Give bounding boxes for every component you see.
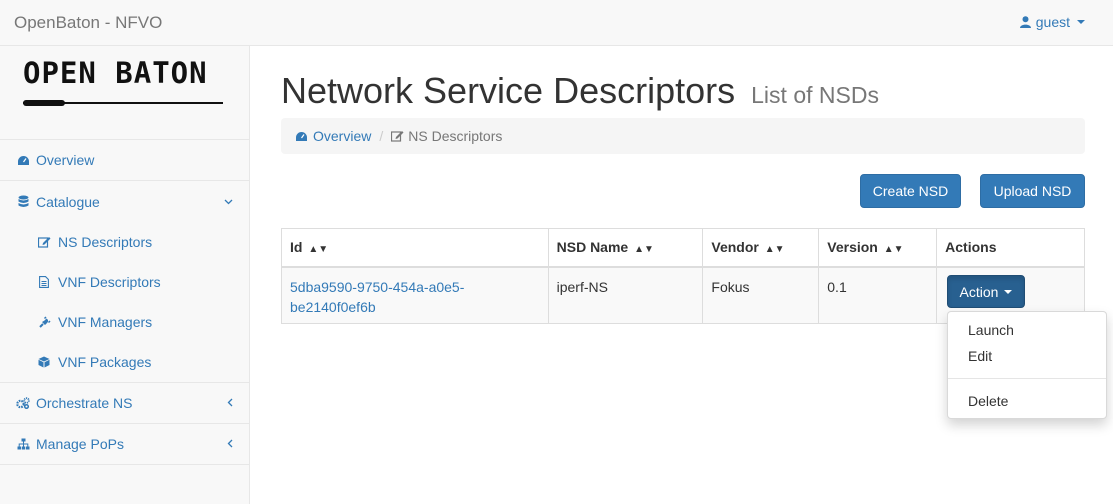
logo-text: OPEN BATON bbox=[23, 56, 208, 90]
breadcrumb-separator: / bbox=[379, 128, 384, 144]
sidebar-item-label: Orchestrate NS bbox=[36, 395, 133, 411]
caret-down-icon bbox=[1077, 20, 1085, 24]
catalogue-group: Catalogue NS Descriptors VNF Descriptors… bbox=[0, 181, 249, 383]
nsd-id-link[interactable]: 5dba9590-9750-454a-a0e5- be2140f0ef6b bbox=[290, 279, 464, 315]
dashboard-icon bbox=[296, 131, 307, 141]
cell-version: 0.1 bbox=[818, 266, 938, 324]
menu-item-delete[interactable]: Delete bbox=[968, 393, 1008, 409]
breadcrumb-overview-label: Overview bbox=[313, 128, 372, 144]
chevron-left-icon bbox=[227, 437, 233, 451]
plug-icon bbox=[37, 315, 51, 329]
page-title: Network Service Descriptors List of NSDs bbox=[281, 70, 879, 112]
page-subtitle: List of NSDs bbox=[751, 82, 879, 108]
table-header-row: Id ▲▼ NSD Name ▲▼ Vendor ▲▼ Version ▲▼ A… bbox=[281, 228, 1085, 268]
breadcrumb-overview[interactable]: Overview bbox=[295, 128, 371, 144]
sort-icon: ▲▼ bbox=[308, 244, 329, 256]
sidebar-item-manage-pops[interactable]: Manage PoPs bbox=[0, 424, 249, 465]
breadcrumb: Overview / NS Descriptors bbox=[281, 118, 1085, 154]
caret-down-icon bbox=[1004, 289, 1013, 294]
column-header-id[interactable]: Id ▲▼ bbox=[281, 228, 549, 268]
create-nsd-button[interactable]: Create NSD bbox=[860, 174, 961, 208]
edit-icon bbox=[37, 236, 51, 248]
menu-item-launch[interactable]: Launch bbox=[968, 322, 1014, 338]
column-header-vendor[interactable]: Vendor ▲▼ bbox=[702, 228, 820, 268]
sidebar-subitem-label: VNF Packages bbox=[58, 354, 152, 370]
brand-title[interactable]: OpenBaton - NFVO bbox=[14, 13, 162, 33]
menu-divider bbox=[948, 378, 1106, 379]
sort-icon: ▲▼ bbox=[764, 244, 785, 256]
dashboard-icon bbox=[16, 155, 30, 166]
sidebar-item-overview[interactable]: Overview bbox=[0, 140, 249, 181]
action-button-label: Action bbox=[959, 283, 999, 300]
sidebar-item-orchestrate-ns[interactable]: Orchestrate NS bbox=[0, 383, 249, 424]
action-dropdown-button[interactable]: Action bbox=[947, 275, 1025, 308]
logo-baton bbox=[23, 100, 65, 106]
user-name: guest bbox=[1035, 14, 1070, 30]
sidebar-item-label: Catalogue bbox=[36, 193, 100, 210]
menu-item-edit[interactable]: Edit bbox=[968, 348, 992, 364]
sidebar-item-label: Manage PoPs bbox=[36, 436, 124, 452]
sitemap-icon bbox=[16, 438, 30, 450]
sidebar-item-vnf-packages[interactable]: VNF Packages bbox=[0, 342, 249, 382]
column-header-nsd-name[interactable]: NSD Name ▲▼ bbox=[547, 228, 704, 268]
cell-id: 5dba9590-9750-454a-a0e5- be2140f0ef6b bbox=[281, 266, 549, 324]
column-header-version[interactable]: Version ▲▼ bbox=[818, 228, 938, 268]
top-navbar: OpenBaton - NFVO guest bbox=[0, 0, 1113, 46]
sidebar-item-catalogue[interactable]: Catalogue bbox=[0, 181, 249, 222]
user-menu[interactable]: guest bbox=[1019, 14, 1085, 30]
column-header-actions: Actions bbox=[936, 228, 1085, 268]
sidebar: OPEN BATON Overview Catalogue NS Descrip… bbox=[0, 46, 250, 504]
sidebar-subitem-label: VNF Descriptors bbox=[58, 274, 161, 290]
sidebar-item-vnf-managers[interactable]: VNF Managers bbox=[0, 302, 249, 342]
action-dropdown-menu: Launch Edit Delete bbox=[947, 311, 1107, 419]
chevron-left-icon bbox=[227, 396, 233, 410]
cube-icon bbox=[37, 356, 51, 368]
logo: OPEN BATON bbox=[0, 46, 249, 140]
page-title-text: Network Service Descriptors bbox=[281, 70, 736, 111]
breadcrumb-current: NS Descriptors bbox=[391, 128, 502, 144]
upload-nsd-button[interactable]: Upload NSD bbox=[980, 174, 1085, 208]
file-text-icon bbox=[37, 276, 51, 288]
sort-icon: ▲▼ bbox=[883, 244, 904, 256]
user-icon bbox=[1019, 16, 1031, 28]
database-icon bbox=[16, 195, 30, 208]
breadcrumb-current-label: NS Descriptors bbox=[408, 128, 503, 144]
sidebar-subitem-label: VNF Managers bbox=[58, 314, 153, 330]
sidebar-item-ns-descriptors[interactable]: NS Descriptors bbox=[0, 222, 249, 262]
edit-icon bbox=[391, 131, 404, 142]
sidebar-subitem-label: NS Descriptors bbox=[58, 234, 153, 250]
cogs-icon bbox=[16, 397, 30, 409]
cell-vendor: Fokus bbox=[702, 266, 820, 324]
sidebar-item-label: Overview bbox=[36, 152, 95, 168]
sidebar-item-vnf-descriptors[interactable]: VNF Descriptors bbox=[0, 262, 249, 302]
chevron-down-icon bbox=[224, 194, 233, 208]
cell-nsd-name: iperf-NS bbox=[547, 266, 704, 324]
sort-icon: ▲▼ bbox=[634, 244, 654, 256]
